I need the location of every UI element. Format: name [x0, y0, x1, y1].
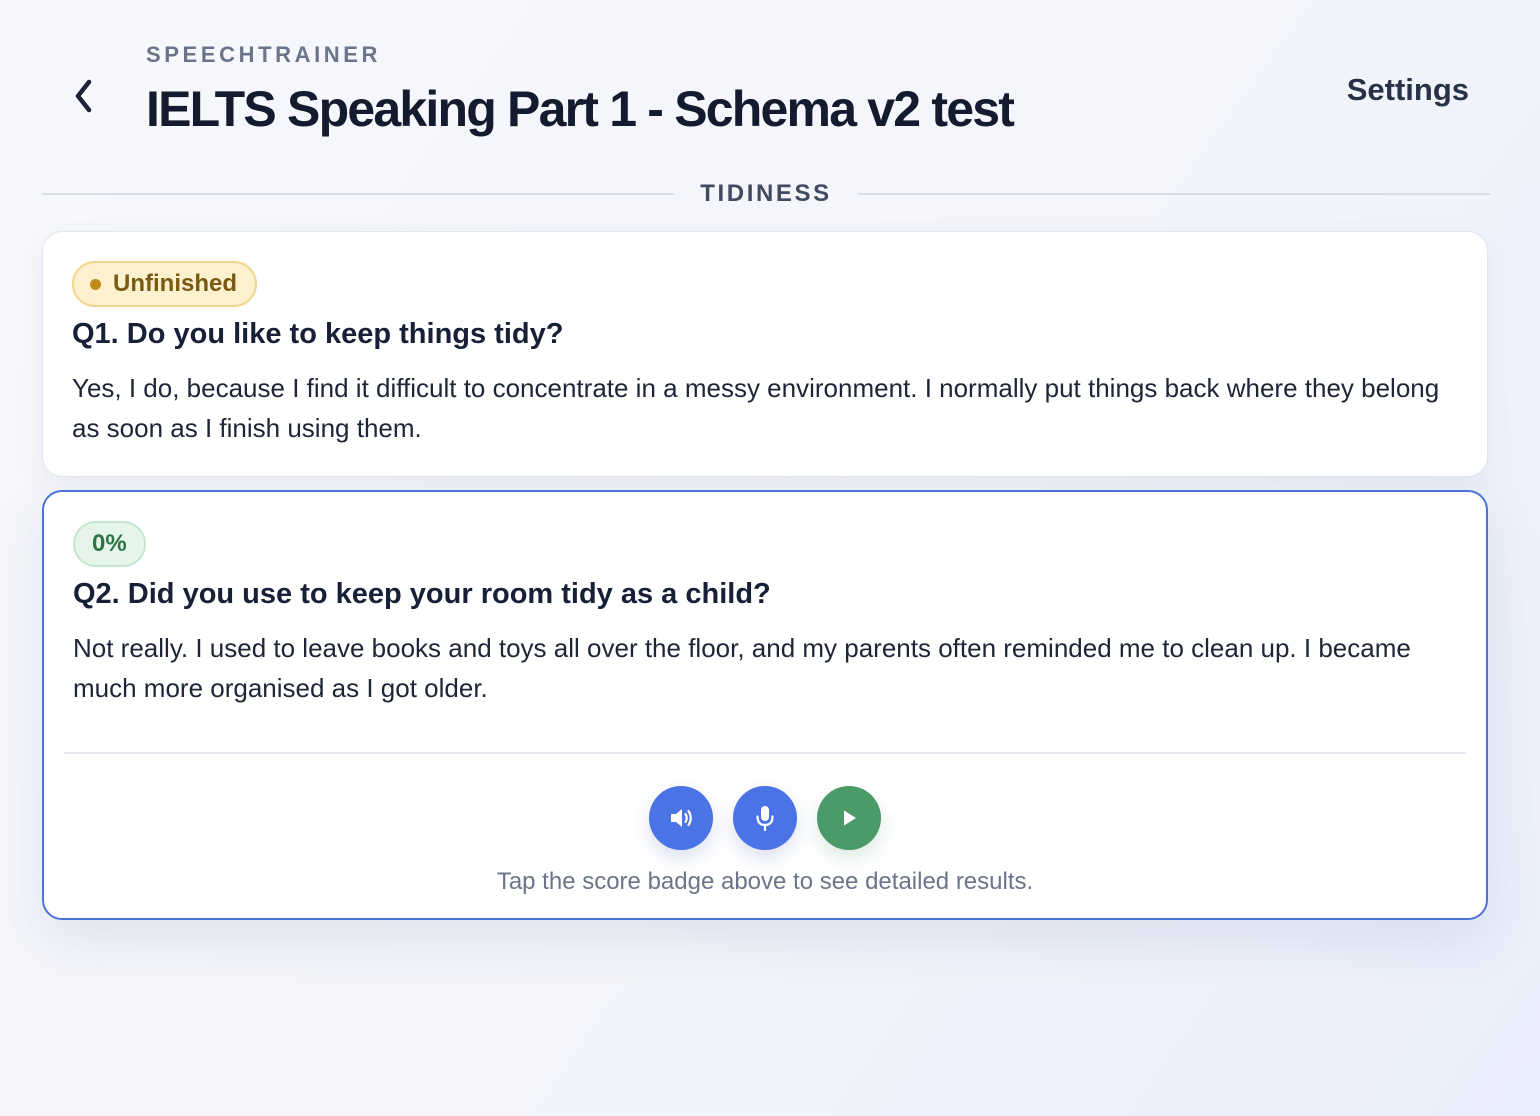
status-badge: Unfinished: [72, 261, 257, 307]
question-text: Q2. Did you use to keep your room tidy a…: [73, 578, 771, 610]
listen-button[interactable]: [649, 786, 713, 850]
question-card-active[interactable]: 0% Q2. Did you use to keep your room tid…: [42, 490, 1488, 920]
back-button[interactable]: [62, 72, 106, 120]
answer-text: Yes, I do, because I find it difficult t…: [72, 373, 1440, 443]
hint-text: Tap the score badge above to see detaile…: [496, 868, 1034, 895]
play-icon: [844, 810, 856, 826]
microphone-icon: [756, 806, 774, 832]
score-badge-label: 0%: [92, 530, 127, 557]
score-badge[interactable]: 0%: [73, 521, 146, 567]
settings-button[interactable]: Settings: [1347, 72, 1469, 108]
answer-text: Not really. I used to leave books and to…: [73, 633, 1411, 703]
page-title: IELTS Speaking Part 1 - Schema v2 test: [146, 81, 1015, 137]
audio-controls: [44, 786, 1486, 850]
section-header: TIDINESS: [42, 178, 1491, 210]
divider-line: [42, 193, 675, 195]
header: SPEECHTRAINER IELTS Speaking Part 1 - Sc…: [0, 0, 1540, 170]
chevron-left-icon: [75, 79, 92, 113]
question-text: Q1. Do you like to keep things tidy?: [72, 318, 564, 350]
play-button[interactable]: [817, 786, 881, 850]
question-card[interactable]: Unfinished Q1. Do you like to keep thing…: [42, 231, 1488, 477]
card-divider: [64, 752, 1466, 754]
divider-line: [857, 193, 1491, 195]
section-title: TIDINESS: [700, 180, 832, 207]
status-dot-icon: [90, 278, 101, 290]
status-badge-label: Unfinished: [113, 270, 237, 297]
speaker-icon: [671, 809, 692, 827]
record-button[interactable]: [733, 786, 797, 850]
app-name: SPEECHTRAINER: [146, 42, 382, 67]
